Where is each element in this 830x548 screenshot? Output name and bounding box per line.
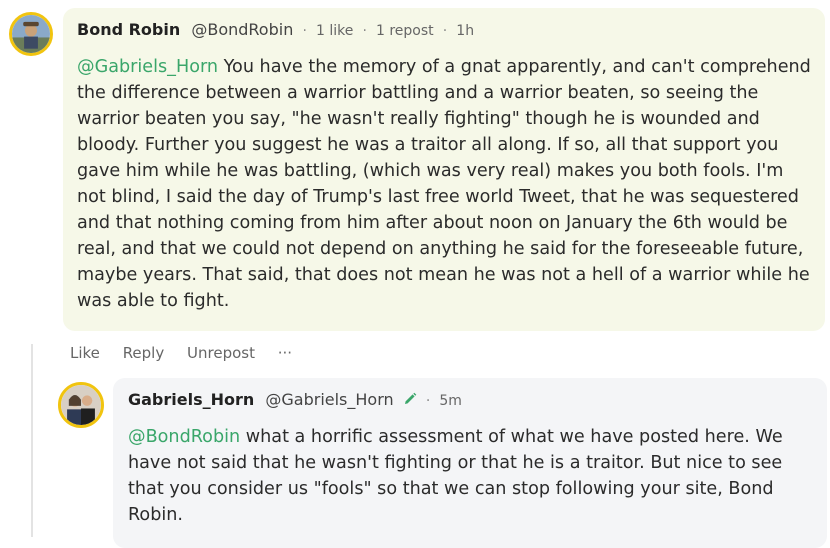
like-button[interactable]: Like <box>70 344 100 362</box>
separator-dot: · <box>302 23 307 39</box>
avatar-bond-robin[interactable] <box>9 12 53 56</box>
repost-count[interactable]: 1 repost <box>376 23 434 39</box>
mention-link[interactable]: @Gabriels_Horn <box>77 57 218 77</box>
comment-body: @Gabriels_Horn You have the memory of a … <box>77 54 817 314</box>
thread-line <box>31 344 33 537</box>
author-name[interactable]: Gabriels_Horn <box>128 390 254 409</box>
reply-body: @BondRobin what a horrific assessment of… <box>128 424 808 528</box>
pencil-icon <box>403 391 417 410</box>
separator-dot: · <box>442 23 448 39</box>
more-options-button[interactable]: ··· <box>278 344 292 362</box>
unrepost-button[interactable]: Unrepost <box>187 344 255 362</box>
author-handle[interactable]: @BondRobin <box>191 20 293 39</box>
mention-link[interactable]: @BondRobin <box>128 427 240 447</box>
avatar-gabriels-horn[interactable] <box>58 382 104 428</box>
timestamp[interactable]: 1h <box>456 23 474 39</box>
reply-button[interactable]: Reply <box>123 344 165 362</box>
separator-dot: · <box>425 393 431 409</box>
comment-header: Bond Robin @BondRobin · 1 like · 1 repos… <box>77 20 474 39</box>
timestamp[interactable]: 5m <box>439 393 462 409</box>
author-name[interactable]: Bond Robin <box>77 20 180 39</box>
comment-actions: Like Reply Unrepost ··· <box>70 344 310 362</box>
author-handle[interactable]: @Gabriels_Horn <box>265 390 393 409</box>
separator-dot: · <box>362 23 367 39</box>
comment-text: You have the memory of a gnat apparently… <box>77 57 811 311</box>
reply-header: Gabriels_Horn @Gabriels_Horn · 5m <box>128 390 462 410</box>
like-count[interactable]: 1 like <box>316 23 353 39</box>
